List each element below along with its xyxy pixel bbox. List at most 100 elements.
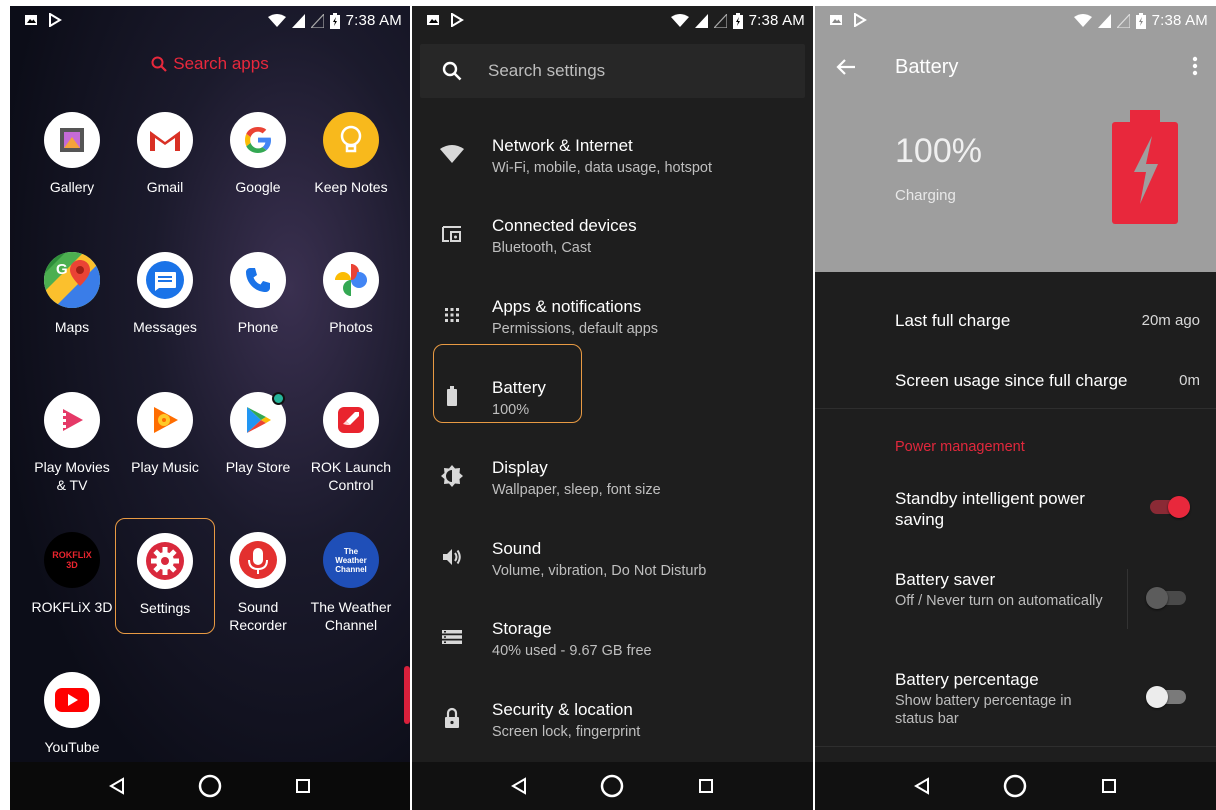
home-circle-icon — [198, 774, 222, 798]
recents-button[interactable] — [686, 766, 726, 806]
app-sound-recorder[interactable]: Sound Recorder — [212, 532, 304, 634]
standby-power-saving-pref[interactable]: Standby intelligent power saving — [895, 488, 1105, 530]
play-store-notification-icon — [49, 13, 62, 27]
app-label: Settings — [139, 600, 191, 616]
divider — [815, 408, 1216, 409]
standby-toggle[interactable] — [1150, 496, 1190, 518]
app-rokflix-3d[interactable]: ROKFLiX 3D ROKFLiX 3D — [26, 532, 118, 616]
status-time: 7:38 AM — [748, 12, 805, 29]
app-label: ROKFLiX 3D — [31, 599, 113, 615]
app-label: Keep Notes — [314, 179, 388, 195]
navigation-bar — [412, 762, 813, 810]
app-google[interactable]: Google — [212, 112, 304, 196]
app-gallery[interactable]: Gallery — [26, 112, 118, 196]
battery-state: Charging — [895, 187, 956, 204]
play-store-icon — [230, 392, 286, 448]
status-bar: 7:38 AM — [412, 6, 813, 36]
pref-subtitle: Off / Never turn on automatically — [895, 593, 1103, 609]
messages-icon — [137, 252, 193, 308]
status-bar: 7:38 AM — [10, 6, 410, 36]
image-notification-icon — [830, 15, 842, 25]
page-title: Battery — [895, 56, 959, 78]
brightness-icon — [441, 465, 463, 487]
app-gmail[interactable]: Gmail — [119, 112, 211, 196]
cell-signal-icon — [694, 13, 708, 28]
app-photos[interactable]: Photos — [305, 252, 397, 336]
back-button[interactable] — [835, 56, 861, 82]
image-notification-icon — [25, 15, 37, 25]
settings-item-network[interactable]: Network & Internet Wi-Fi, mobile, data u… — [412, 116, 813, 196]
battery-highlight-box — [433, 344, 582, 423]
battery-charging-icon — [732, 12, 743, 29]
search-apps-bar[interactable]: Search apps — [10, 54, 410, 74]
more-vert-icon — [1192, 56, 1198, 76]
battery-saver-toggle[interactable] — [1146, 587, 1186, 609]
status-time: 7:38 AM — [345, 12, 402, 29]
settings-item-sound[interactable]: Sound Volume, vibration, Do Not Disturb — [412, 519, 813, 599]
settings-item-connected-devices[interactable]: Connected devices Bluetooth, Cast — [412, 196, 813, 276]
home-circle-icon — [1004, 774, 1027, 798]
play-music-icon — [137, 392, 193, 448]
app-phone[interactable]: Phone — [212, 252, 304, 336]
app-label: The Weather Channel — [310, 599, 392, 633]
gear-icon — [137, 533, 193, 589]
battery-percentage-pref[interactable]: Battery percentage Show battery percenta… — [895, 669, 1105, 728]
pref-title: Battery saver — [895, 570, 996, 589]
settings-item-subtitle: Bluetooth, Cast — [492, 240, 592, 256]
app-rok-launch-control[interactable]: ROK Launch Control — [305, 392, 397, 494]
app-label: Play Music — [131, 459, 199, 475]
app-label: YouTube — [44, 739, 100, 755]
battery-charging-icon — [1135, 12, 1146, 29]
toggle-knob — [1146, 686, 1168, 708]
app-play-music[interactable]: Play Music — [119, 392, 211, 476]
cell-signal-icon — [1097, 13, 1111, 28]
app-label: Phone — [237, 319, 279, 335]
last-full-charge-value: 20m ago — [1141, 312, 1200, 329]
settings-item-title: Sound — [492, 539, 542, 558]
navigation-bar — [815, 762, 1216, 810]
settings-item-display[interactable]: Display Wallpaper, sleep, font size — [412, 438, 813, 518]
app-play-movies[interactable]: Play Movies & TV — [26, 392, 118, 494]
home-button[interactable] — [592, 766, 632, 806]
back-button[interactable] — [97, 766, 137, 806]
app-settings[interactable]: Settings — [115, 518, 215, 634]
weather-channel-logo-icon: The Weather Channel — [323, 532, 379, 588]
app-label: Play Store — [225, 459, 291, 475]
search-icon — [151, 56, 168, 72]
settings-item-security[interactable]: Security & location Screen lock, fingerp… — [412, 680, 813, 760]
battery-percent: 100% — [895, 132, 982, 170]
app-youtube[interactable]: YouTube — [26, 672, 118, 756]
last-full-charge-row: Last full charge 20m ago — [895, 311, 1200, 331]
power-management-header: Power management — [895, 439, 1025, 455]
app-label: Sound Recorder — [229, 599, 287, 633]
more-options-button[interactable] — [1188, 56, 1202, 80]
home-button[interactable] — [190, 766, 230, 806]
app-weather-channel[interactable]: The Weather Channel The Weather Channel — [305, 532, 397, 634]
recents-square-icon — [699, 779, 714, 793]
home-button[interactable] — [995, 766, 1035, 806]
pref-title: Standby intelligent power saving — [895, 489, 1085, 529]
app-keep-notes[interactable]: Keep Notes — [305, 112, 397, 196]
recents-button[interactable] — [1089, 766, 1129, 806]
settings-item-storage[interactable]: Storage 40% used - 9.67 GB free — [412, 599, 813, 679]
back-button[interactable] — [902, 766, 942, 806]
back-button[interactable] — [499, 766, 539, 806]
toggle-knob — [1168, 496, 1190, 518]
battery-percentage-toggle[interactable] — [1146, 686, 1186, 708]
microphone-icon — [230, 532, 286, 588]
pref-title: Battery percentage — [895, 670, 1039, 689]
search-settings-input[interactable]: Search settings — [420, 44, 805, 98]
battery-saver-pref[interactable]: Battery saver Off / Never turn on automa… — [895, 569, 1105, 610]
large-battery-charging-icon — [1112, 110, 1178, 224]
last-full-charge-label: Last full charge — [895, 311, 1011, 330]
play-store-notification-icon — [854, 13, 867, 27]
app-messages[interactable]: Messages — [119, 252, 211, 336]
storage-icon — [442, 630, 462, 644]
app-play-store[interactable]: Play Store — [212, 392, 304, 476]
recents-button[interactable] — [283, 766, 323, 806]
app-label: Gmail — [146, 179, 184, 195]
scroll-indicator[interactable] — [404, 666, 410, 724]
maps-icon: G — [44, 252, 100, 308]
app-maps[interactable]: G Maps — [26, 252, 118, 336]
app-label: Play Movies & TV — [34, 459, 110, 493]
